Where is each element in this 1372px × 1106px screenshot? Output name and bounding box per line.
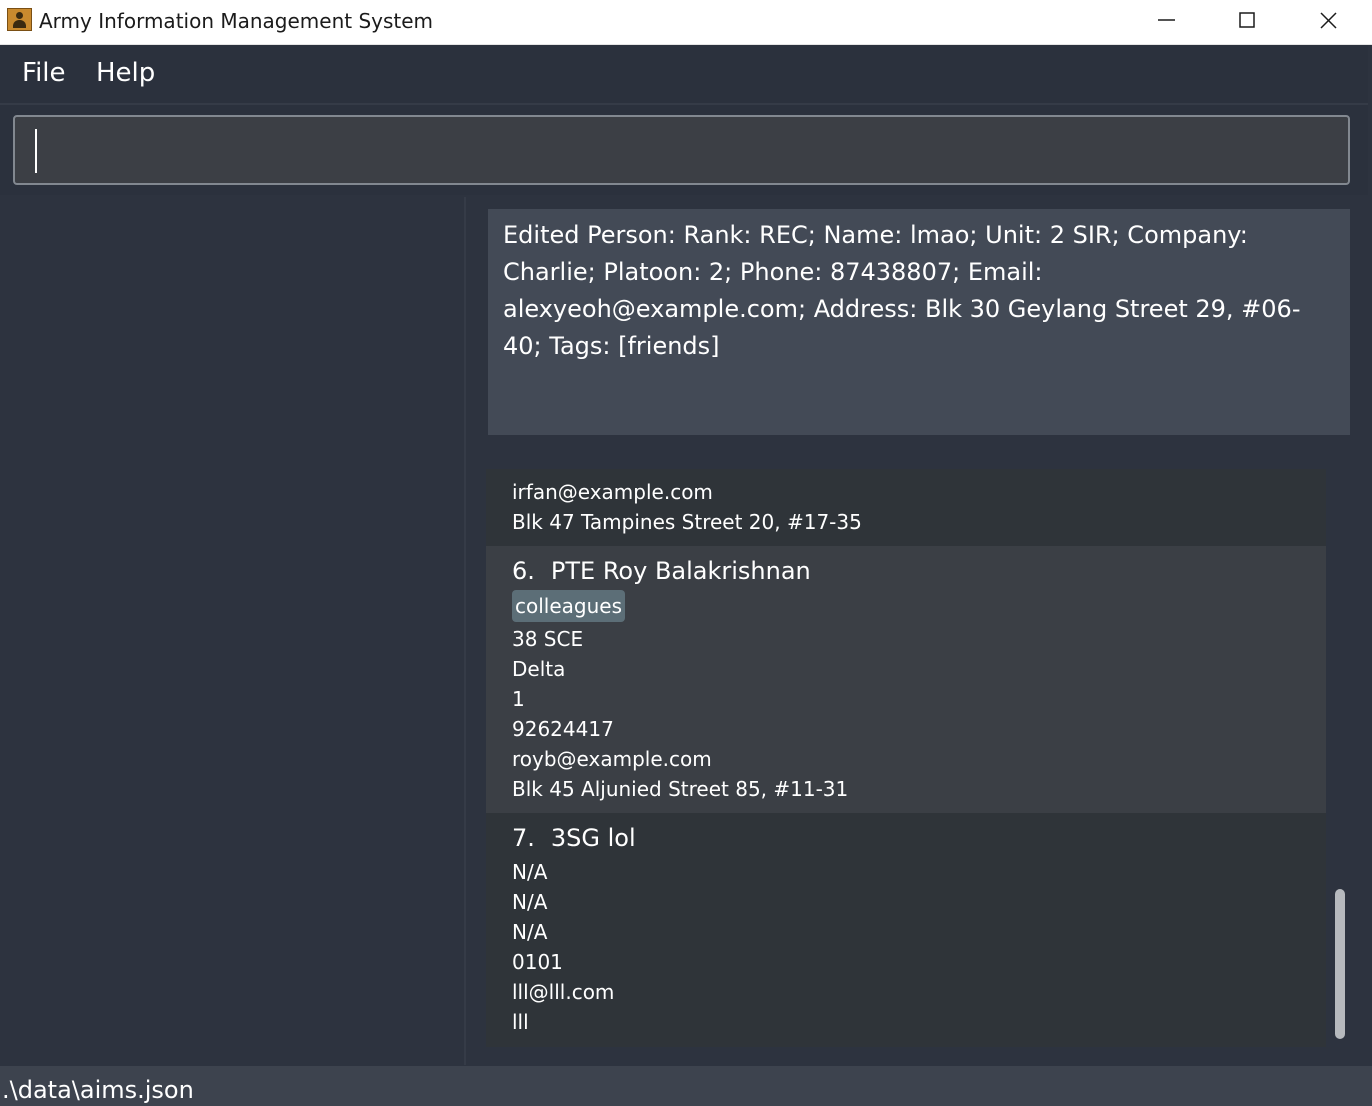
data-file-path: .\data\aims.json [2, 1076, 194, 1104]
minimize-button[interactable] [1127, 0, 1207, 40]
app-icon [7, 8, 32, 31]
person-index: 6. [512, 557, 535, 585]
person-name: 3SG lol [550, 824, 636, 852]
person-platoon: N/A [512, 920, 548, 944]
person-address: Blk 47 Tampines Street 20, #17-35 [512, 510, 862, 534]
menu-help[interactable]: Help [96, 58, 155, 88]
person-email: lll@lll.com [512, 980, 615, 1004]
left-panel [0, 197, 466, 1065]
person-list[interactable]: 92492021 irfan@example.com Blk 47 Tampin… [486, 469, 1326, 1047]
result-display[interactable]: Edited Person: Rank: REC; Name: lmao; Un… [488, 209, 1350, 435]
status-bar: .\data\aims.json [0, 1066, 1372, 1106]
result-text: Edited Person: Rank: REC; Name: lmao; Un… [503, 221, 1301, 360]
list-item[interactable]: 6. PTE Roy Balakrishnan colleagues 38 SCE… [486, 546, 1326, 813]
right-panel: Edited Person: Rank: REC; Name: lmao; Un… [466, 197, 1368, 1065]
person-phone: 0101 [512, 950, 563, 974]
tag-badge: colleagues [512, 590, 626, 622]
person-company: N/A [512, 890, 548, 914]
command-input[interactable] [15, 117, 1348, 183]
title-bar: Army Information Management System [0, 0, 1372, 45]
person-index: 7. [512, 824, 535, 852]
person-title: 7. 3SG lol [512, 824, 636, 852]
minimize-icon [1158, 19, 1175, 21]
person-phone: 92624417 [512, 717, 614, 741]
person-platoon: 1 [512, 687, 525, 711]
command-box [13, 115, 1350, 185]
menu-bar: File Help [0, 45, 1368, 105]
list-item[interactable]: 7. 3SG lol N/A N/A N/A 0101 lll@lll.com l… [486, 813, 1326, 1047]
person-email: irfan@example.com [512, 480, 713, 504]
close-icon [1320, 12, 1337, 29]
person-title: 6. PTE Roy Balakrishnan [512, 557, 811, 585]
list-item[interactable]: 92492021 irfan@example.com Blk 47 Tampin… [486, 469, 1326, 546]
maximize-button[interactable] [1208, 0, 1288, 40]
person-address: lll [512, 1010, 529, 1034]
text-caret [35, 129, 37, 173]
person-unit: 38 SCE [512, 627, 584, 651]
menu-file[interactable]: File [22, 58, 66, 88]
command-area [0, 105, 1368, 195]
person-unit: N/A [512, 860, 548, 884]
window-title: Army Information Management System [39, 9, 434, 33]
maximize-icon [1239, 12, 1255, 28]
person-address: Blk 45 Aljunied Street 85, #11-31 [512, 777, 849, 801]
close-button[interactable] [1289, 0, 1369, 40]
person-name: PTE Roy Balakrishnan [550, 557, 811, 585]
person-company: Delta [512, 657, 566, 681]
list-scrollbar[interactable] [1335, 889, 1345, 1039]
person-email: royb@example.com [512, 747, 712, 771]
